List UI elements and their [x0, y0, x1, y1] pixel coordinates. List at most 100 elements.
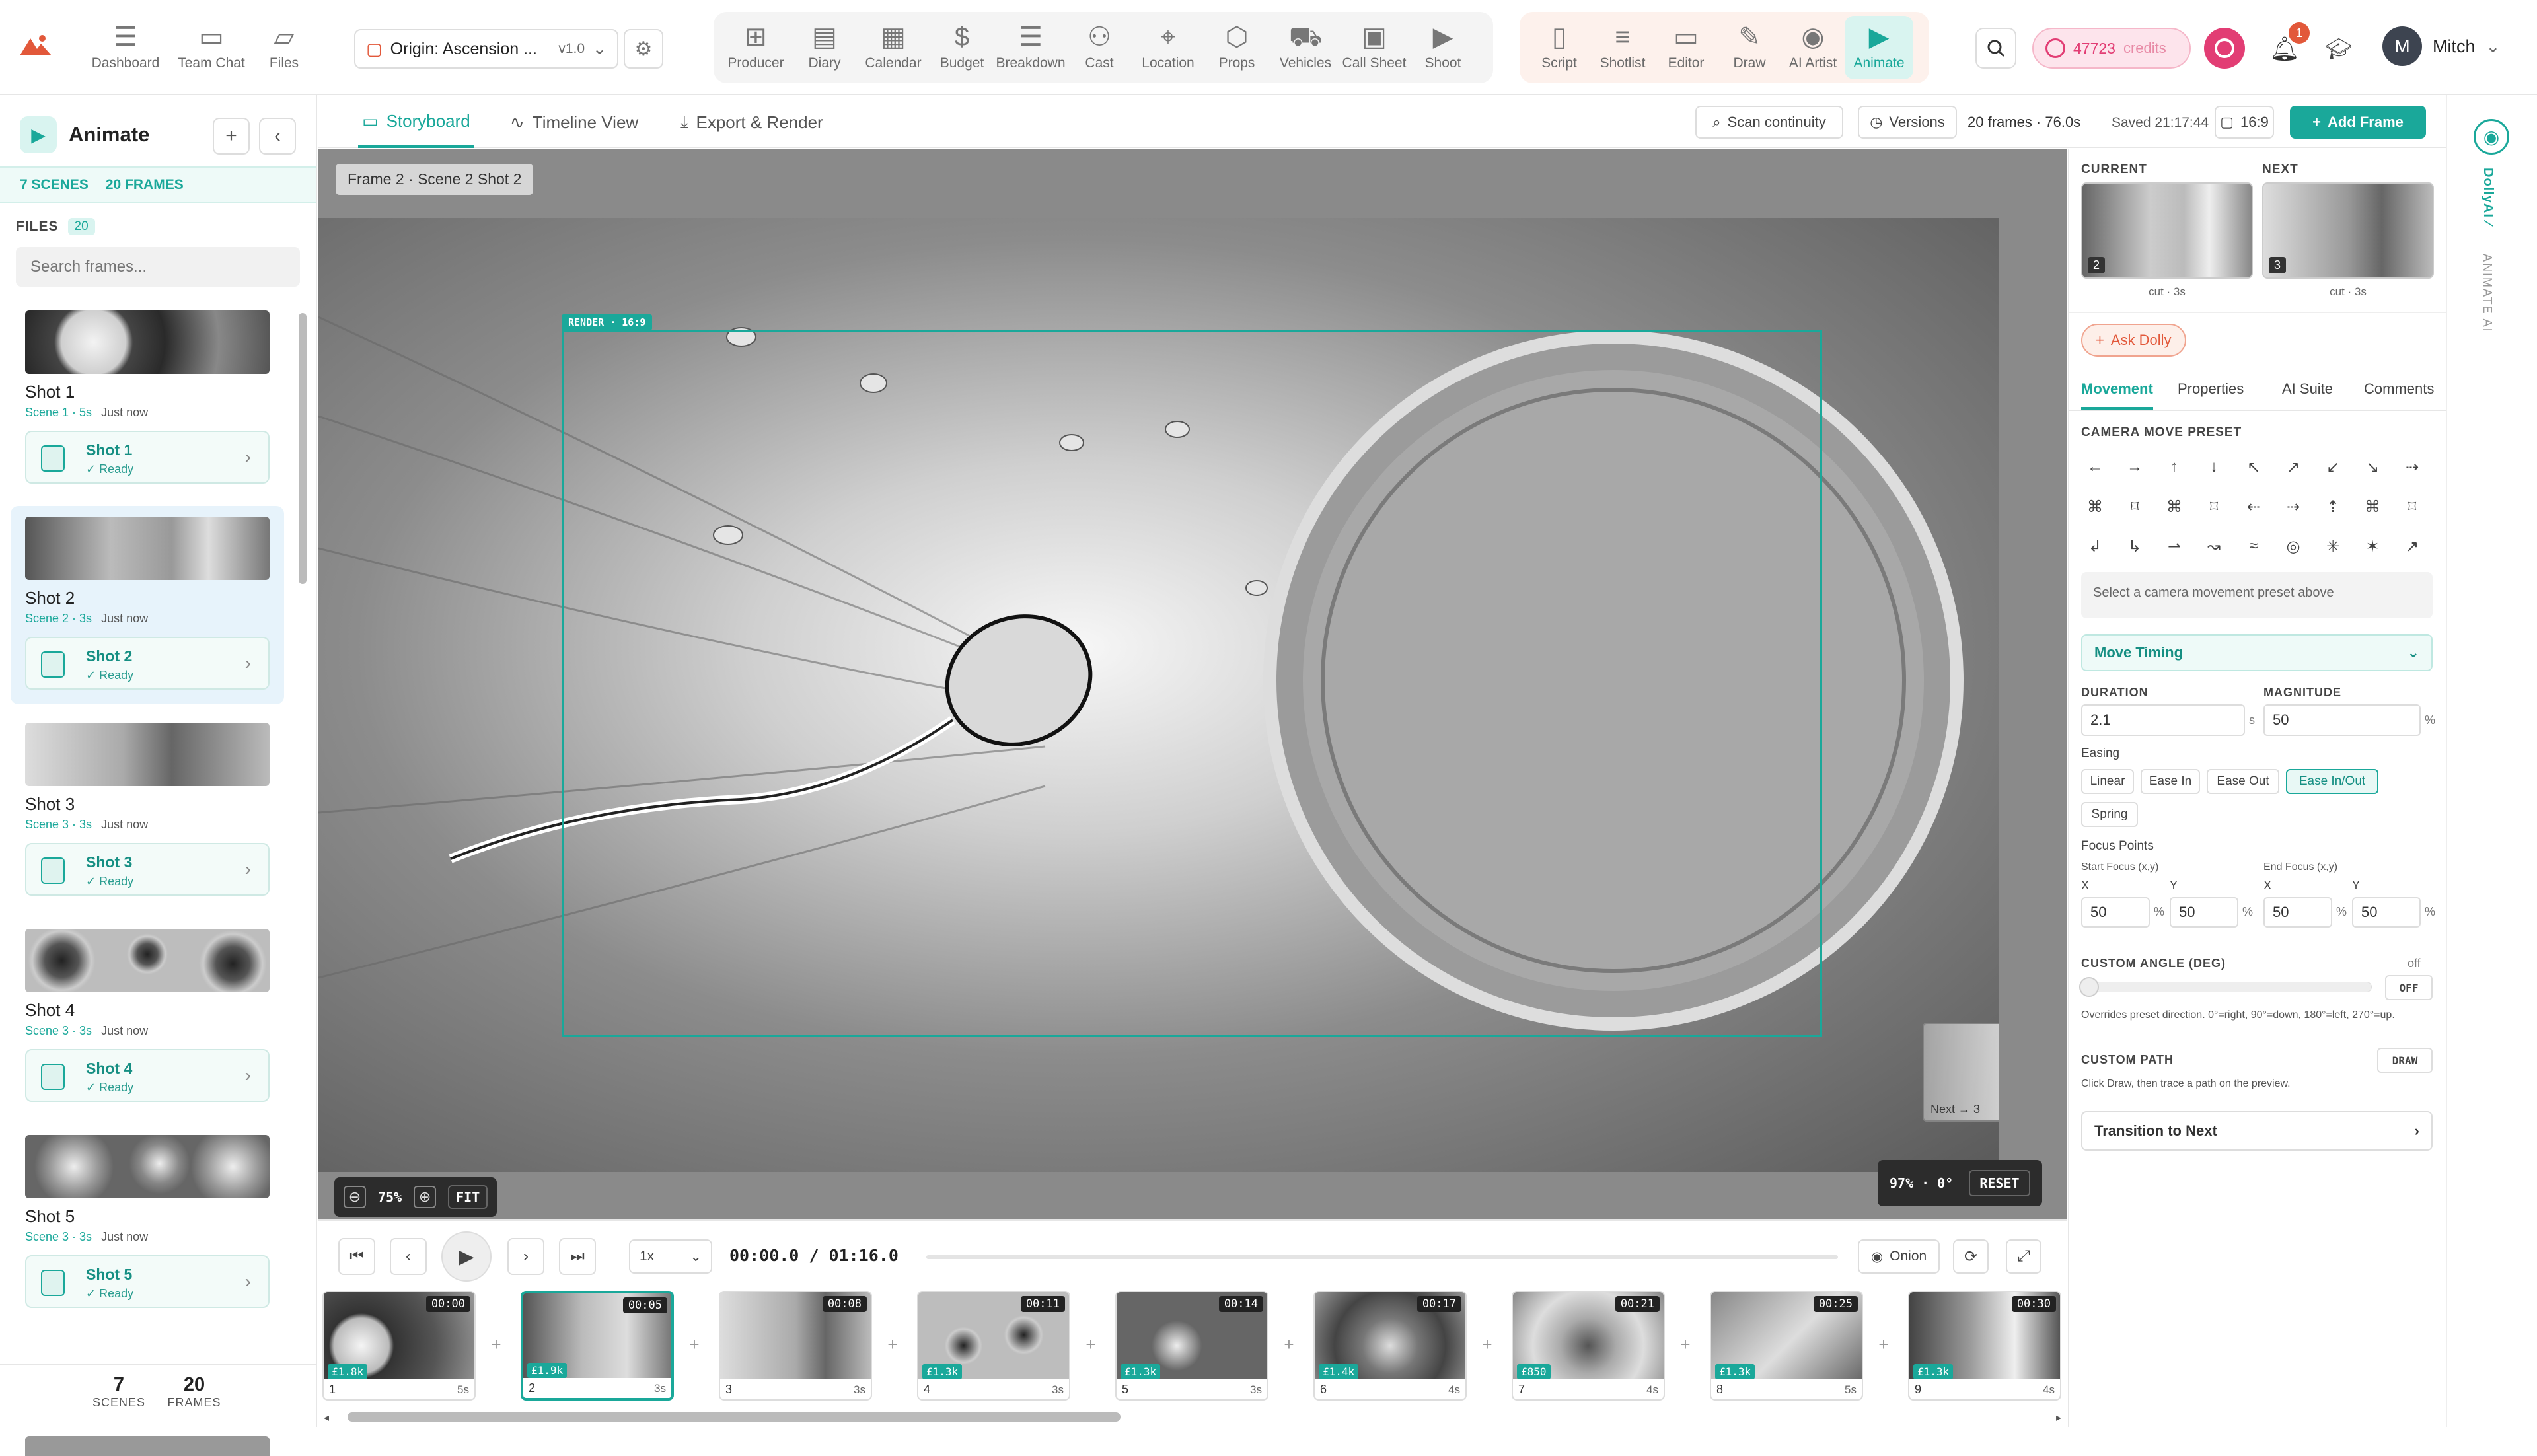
add-button[interactable]: + — [213, 118, 250, 155]
skip-end-button[interactable]: ⏭︎ — [559, 1238, 596, 1275]
frame-thumbnail[interactable]: 00:21 £850 7 4s — [1512, 1291, 1665, 1401]
project-settings-button[interactable]: ⚙ — [624, 29, 663, 69]
skip-start-button[interactable]: ⏮︎ — [338, 1238, 375, 1275]
frame-thumbnail[interactable]: 00:17 £1.4k 6 4s — [1313, 1291, 1467, 1401]
shot-open-button[interactable]: Shot 5 ✓ Ready › — [25, 1255, 270, 1308]
camera-preset-7[interactable]: ↙ — [2316, 451, 2349, 484]
next-frame-button[interactable]: › — [507, 1238, 544, 1275]
scan-continuity-button[interactable]: ⌕ Scan continuity — [1695, 106, 1843, 139]
scrollbar-thumb[interactable] — [348, 1412, 1121, 1422]
custom-angle-toggle[interactable]: OFF — [2385, 975, 2433, 1000]
brand-logo-icon[interactable] — [17, 32, 54, 58]
insert-frame-button[interactable]: + — [881, 1333, 904, 1356]
nav-calendar[interactable]: ▦ Calendar — [859, 16, 928, 79]
shot-open-button[interactable]: Shot 4 ✓ Ready › — [25, 1049, 270, 1102]
camera-preset-17[interactable]: ⌘ — [2356, 490, 2389, 523]
camera-preset-23[interactable]: ≈ — [2237, 530, 2270, 563]
nav-props[interactable]: ⬡ Props — [1202, 16, 1271, 79]
insert-frame-button[interactable]: + — [1674, 1333, 1697, 1356]
user-menu[interactable]: M Mitch ⌄ — [2382, 26, 2500, 66]
search-frames-input[interactable] — [16, 247, 300, 287]
zoom-in-button[interactable]: ⊕ — [414, 1186, 437, 1208]
insert-frame-button[interactable]: + — [1872, 1333, 1895, 1356]
camera-preset-19[interactable]: ↲ — [2078, 530, 2112, 563]
tab-properties[interactable]: Properties — [2178, 381, 2244, 398]
onion-skin-button[interactable]: ◉ Onion — [1858, 1239, 1940, 1274]
reset-view-button[interactable]: RESET — [1969, 1170, 2030, 1196]
camera-preset-15[interactable]: ⇢ — [2277, 490, 2310, 523]
shot-card[interactable]: Shot 1 Scene 1 · 5s Just now Shot 1 ✓ Read… — [0, 300, 316, 498]
camera-preset-18[interactable]: ⌑ — [2396, 490, 2429, 523]
camera-preset-22[interactable]: ↝ — [2197, 530, 2230, 563]
nav-diary[interactable]: ▤ Diary — [790, 16, 859, 79]
credits-badge[interactable]: 47723 credits — [2032, 28, 2191, 69]
aspect-ratio-button[interactable]: ▢ 16:9 — [2215, 106, 2274, 139]
nav-editor[interactable]: ▭ Editor — [1654, 16, 1718, 79]
insert-frame-button[interactable]: + — [1476, 1333, 1498, 1356]
prev-frame-button[interactable]: ‹ — [390, 1238, 427, 1275]
scrubber[interactable] — [926, 1255, 1838, 1259]
versions-button[interactable]: ◷ Versions — [1858, 106, 1957, 139]
frame-thumbnail[interactable]: 00:05 £1.9k 2 3s — [521, 1291, 674, 1401]
nav-vehicles[interactable]: ⛟ Vehicles — [1271, 16, 1340, 79]
frame-preview[interactable]: RENDER · 16:9 Next → 3 — [318, 218, 1999, 1172]
nav-draw[interactable]: ✎ Draw — [1718, 16, 1781, 79]
project-selector[interactable]: ▢ Origin: Ascension ... v1.0 ⌄ — [354, 29, 618, 69]
play-button[interactable]: ▶ — [441, 1231, 492, 1282]
tab-comments[interactable]: Comments — [2364, 381, 2434, 398]
camera-preset-13[interactable]: ⌑ — [2197, 490, 2230, 523]
loop-button[interactable]: ⟳ — [1953, 1239, 1989, 1274]
easing-ease-out[interactable]: Ease Out — [2207, 769, 2279, 794]
camera-preset-2[interactable]: → — [2118, 451, 2151, 484]
draw-path-button[interactable]: DRAW — [2377, 1048, 2433, 1073]
magnitude-input[interactable]: 50 — [2263, 704, 2421, 736]
shot-card[interactable]: Shot 5 Scene 3 · 3s Just now Shot 5 ✓ Read… — [0, 1124, 316, 1323]
nav-shoot[interactable]: ▶ Shoot — [1409, 16, 1477, 79]
camera-preset-27[interactable]: ↗ — [2396, 530, 2429, 563]
next-frame-peek[interactable]: Next → 3 — [1923, 1023, 1999, 1122]
nav-files[interactable]: ▱ Files — [251, 12, 317, 83]
collapse-panel-button[interactable]: ‹ — [259, 118, 296, 155]
camera-preset-16[interactable]: ⇡ — [2316, 490, 2349, 523]
scroll-right-arrow[interactable]: ▸ — [2056, 1411, 2061, 1424]
frame-thumbnail[interactable]: 00:11 £1.3k 4 3s — [917, 1291, 1070, 1401]
fit-button[interactable]: FIT — [448, 1185, 488, 1209]
tab-export-render[interactable]: ⤓ Export & Render — [680, 96, 823, 148]
frame-thumbnail[interactable]: 00:08 3 3s — [719, 1291, 872, 1401]
camera-preset-26[interactable]: ✶ — [2356, 530, 2389, 563]
camera-preset-4[interactable]: ↓ — [2197, 451, 2230, 484]
nav-shotlist[interactable]: ≡ Shotlist — [1591, 16, 1654, 79]
frame-strip-scrollbar[interactable]: ◂ ▸ — [324, 1411, 2061, 1424]
nav-team-chat[interactable]: ▭ Team Chat — [172, 12, 251, 83]
tab-movement[interactable]: Movement — [2081, 381, 2153, 410]
camera-preset-25[interactable]: ✳ — [2316, 530, 2349, 563]
nav-breakdown[interactable]: ☰ Breakdown — [996, 16, 1065, 79]
duration-input[interactable]: 2.1 — [2081, 704, 2245, 736]
next-frame-thumbnail[interactable]: 3 — [2262, 182, 2434, 279]
nav-script[interactable]: ▯ Script — [1527, 16, 1591, 79]
insert-frame-button[interactable]: + — [1278, 1333, 1300, 1356]
scroll-left-arrow[interactable]: ◂ — [324, 1411, 329, 1424]
end-focus-x-input[interactable]: 50 — [2263, 897, 2332, 928]
zoom-out-button[interactable]: ⊖ — [344, 1186, 366, 1208]
dolly-ai-button[interactable]: ◉ — [2474, 119, 2509, 155]
easing-ease-in[interactable]: Ease In — [2141, 769, 2200, 794]
nav-producer[interactable]: ⊞ Producer — [721, 16, 790, 79]
camera-preset-5[interactable]: ↖ — [2237, 451, 2270, 484]
camera-preset-3[interactable]: ↑ — [2158, 451, 2191, 484]
tab-ai-suite[interactable]: AI Suite — [2282, 381, 2333, 398]
shot-open-button[interactable]: Shot 3 ✓ Ready › — [25, 843, 270, 896]
camera-preset-8[interactable]: ↘ — [2356, 451, 2389, 484]
camera-preset-6[interactable]: ↗ — [2277, 451, 2310, 484]
nav-call-sheet[interactable]: ▣ Call Sheet — [1340, 16, 1409, 79]
shot-card[interactable]: Shot 3 Scene 3 · 3s Just now Shot 3 ✓ Read… — [0, 712, 316, 910]
shot-open-button[interactable]: Shot 2 ✓ Ready › — [25, 637, 270, 690]
nav-cast[interactable]: ⚇ Cast — [1065, 16, 1134, 79]
start-focus-x-input[interactable]: 50 — [2081, 897, 2150, 928]
frame-thumbnail[interactable]: 00:30 £1.3k 9 4s — [1908, 1291, 2061, 1401]
tab-timeline-view[interactable]: ∿ Timeline View — [510, 96, 638, 148]
camera-preset-20[interactable]: ↳ — [2118, 530, 2151, 563]
nav-ai-artist[interactable]: ◉ AI Artist — [1781, 16, 1845, 79]
camera-preset-10[interactable]: ⌘ — [2078, 490, 2112, 523]
tab-storyboard[interactable]: ▭ Storyboard — [358, 96, 474, 148]
